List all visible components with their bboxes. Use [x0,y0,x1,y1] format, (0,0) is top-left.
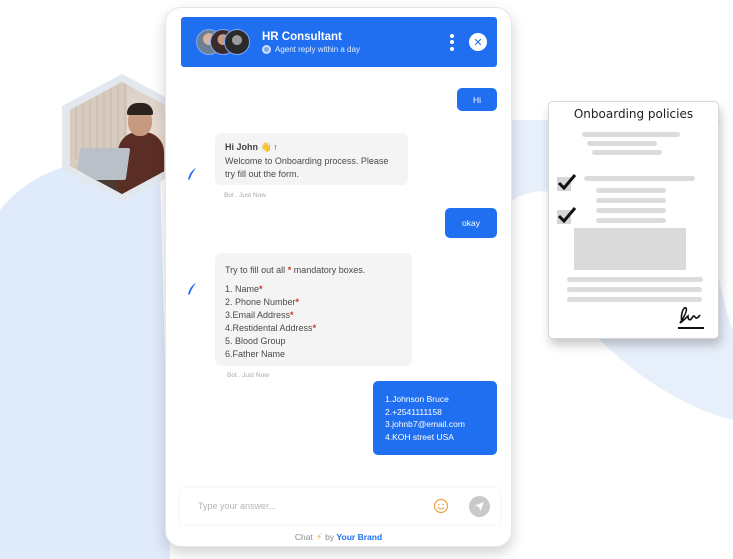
checkbox-checked [557,207,577,224]
message-meta: Bot . Just Now [224,192,266,199]
message-line: 3.johnb7@email.com [385,419,465,429]
checkmark-icon [557,207,577,224]
chat-title: HR Consultant [262,31,342,43]
intro-text: Try to fill out all [225,265,288,275]
send-button[interactable] [469,495,490,517]
image-placeholder [574,228,686,270]
bot-message: Hi John 👋 ! Welcome to Onboarding proces… [215,133,408,185]
message-line: 4.KOH street USA [385,431,454,442]
field-item: 6.Father Name [225,349,286,359]
bot-message: Try to fill out all * mandatory boxes. 1… [215,253,412,366]
emoji-icon[interactable] [433,498,449,514]
message-line: 2.+2541111158 [385,406,442,417]
signature-icon [678,306,704,329]
message-meta: Bot . Just Now [227,372,269,379]
message-line: 1.Johnson Bruce [385,394,449,404]
avatar [224,29,250,55]
user-message: okay [445,208,497,238]
close-button[interactable]: ✕ [469,33,487,51]
chat-widget: HR Consultant Agent reply within a day ✕… [165,7,512,547]
user-message: Hi [457,88,497,111]
policy-document-card: Onboarding policies [548,101,719,339]
consultant-photo [62,74,182,202]
text-line-placeholder [596,218,666,223]
intro-text: mandatory boxes. [291,265,366,275]
powered-by: Chat ⚡ by Your Brand [166,532,511,543]
text-line-placeholder [596,208,666,213]
answer-input[interactable] [198,501,433,511]
field-item: 2. Phone Number* [225,297,300,307]
text-line-placeholder [584,176,695,181]
field-list: 1. Name* 2. Phone Number* 3.Email Addres… [225,283,402,361]
exclaim: ! [274,145,277,152]
chat-header: HR Consultant Agent reply within a day ✕ [181,17,497,67]
field-item: 5. Blood Group [225,336,286,346]
message-line: try fill out the form. [225,169,300,179]
user-message: 1.Johnson Bruce 2.+2541111158 3.johnb7@e… [373,381,497,455]
bolt-icon: ⚡ [315,532,323,542]
composer [180,488,500,524]
text-line-placeholder [567,297,702,302]
status-dot-icon [262,45,271,54]
text-line-placeholder [567,287,702,292]
wave-emoji-icon: 👋 [260,142,272,152]
powered-by-text: by [325,532,335,542]
greeting: Hi John [225,142,258,152]
message-line: Welcome to Onboarding process. Please [225,156,389,166]
close-icon: ✕ [473,36,483,49]
kebab-menu-icon[interactable] [447,33,457,51]
text-line-placeholder [596,188,666,193]
agent-avatars [196,27,256,57]
checkmark-icon [557,174,577,191]
text-line-placeholder [582,132,680,137]
message-text: Hi [472,94,482,105]
text-line-placeholder [596,198,666,203]
brand-link[interactable]: Your Brand [337,532,383,542]
bot-avatar-icon [188,168,196,180]
policy-title: Onboarding policies [573,107,694,121]
text-line-placeholder [592,150,662,155]
text-line-placeholder [587,141,657,146]
bot-avatar-icon [188,283,196,295]
message-text: okay [462,218,480,228]
powered-prefix: Chat [294,532,313,542]
field-item: 4.Restidental Address* [225,323,317,333]
text-line-placeholder [567,277,703,282]
field-item: 1. Name* [225,284,263,294]
agent-status: Agent reply within a day [275,45,360,54]
send-icon [475,501,484,511]
checkbox-checked [557,174,577,191]
field-item: 3.Email Address* [225,310,294,320]
